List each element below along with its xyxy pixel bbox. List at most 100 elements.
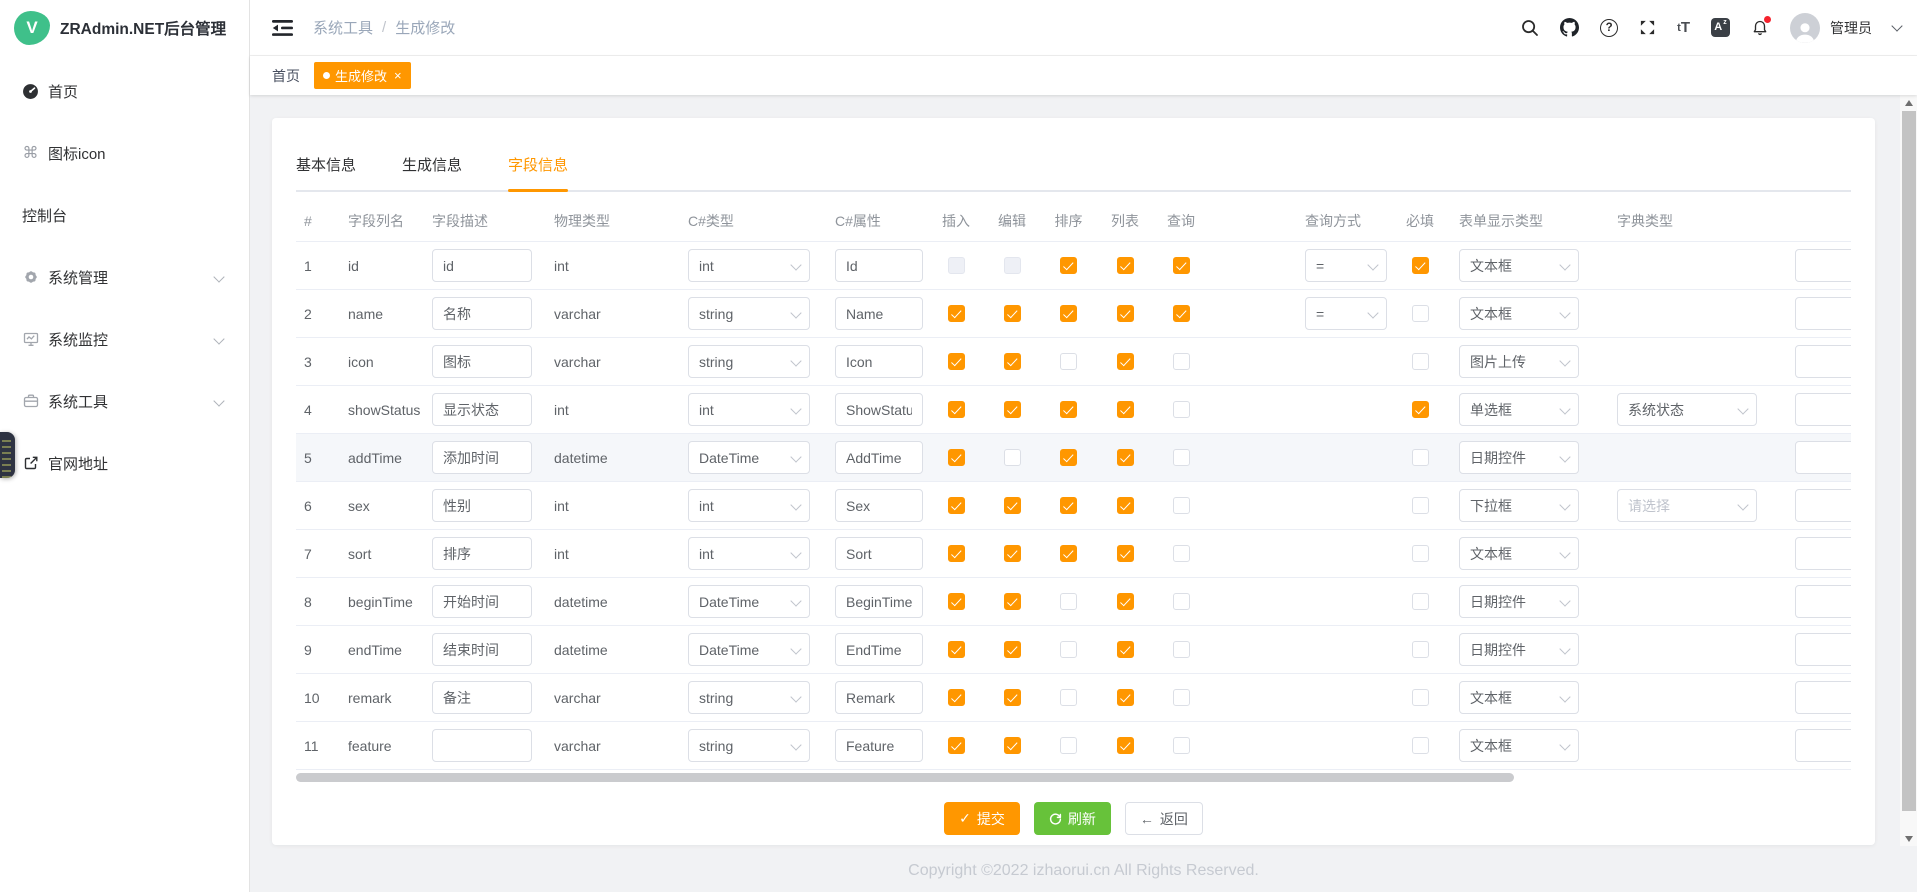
- required-checkbox[interactable]: [1412, 257, 1429, 274]
- insert-checkbox[interactable]: [948, 641, 965, 658]
- vertical-scrollbar[interactable]: [1900, 95, 1917, 846]
- extra-input[interactable]: [1795, 585, 1851, 618]
- required-checkbox[interactable]: [1412, 401, 1429, 418]
- query-checkbox[interactable]: [1173, 593, 1190, 610]
- sort-checkbox[interactable]: [1060, 641, 1077, 658]
- query-mode-select[interactable]: =: [1305, 297, 1387, 330]
- extra-input[interactable]: [1795, 345, 1851, 378]
- csharp-property-input[interactable]: [835, 633, 923, 666]
- extra-input[interactable]: [1795, 441, 1851, 474]
- display-type-select[interactable]: 文本框: [1459, 249, 1579, 282]
- sort-checkbox[interactable]: [1060, 449, 1077, 466]
- insert-checkbox[interactable]: [948, 257, 965, 274]
- description-input[interactable]: [432, 249, 532, 282]
- sort-checkbox[interactable]: [1060, 257, 1077, 274]
- display-type-select[interactable]: 文本框: [1459, 297, 1579, 330]
- submit-button[interactable]: ✓ 提交: [944, 802, 1020, 835]
- query-checkbox[interactable]: [1173, 353, 1190, 370]
- edit-checkbox[interactable]: [1004, 305, 1021, 322]
- query-checkbox[interactable]: [1173, 449, 1190, 466]
- required-checkbox[interactable]: [1412, 305, 1429, 322]
- tag-active-generate-edit[interactable]: 生成修改 ×: [314, 62, 411, 89]
- scroll-up-arrow-icon[interactable]: [1900, 95, 1917, 110]
- user-menu-chevron-icon[interactable]: [1891, 20, 1902, 31]
- csharp-type-select[interactable]: DateTime: [688, 633, 810, 666]
- sidebar-item-system-management[interactable]: 系统管理: [0, 246, 249, 308]
- sidebar-item-home[interactable]: 首页: [0, 60, 249, 122]
- extra-input[interactable]: [1795, 633, 1851, 666]
- description-input[interactable]: [432, 441, 532, 474]
- breadcrumb-item[interactable]: 系统工具: [313, 17, 373, 38]
- insert-checkbox[interactable]: [948, 689, 965, 706]
- close-icon[interactable]: ×: [394, 69, 402, 82]
- edit-checkbox[interactable]: [1004, 497, 1021, 514]
- csharp-type-select[interactable]: DateTime: [688, 585, 810, 618]
- query-checkbox[interactable]: [1173, 497, 1190, 514]
- edit-checkbox[interactable]: [1004, 545, 1021, 562]
- list-checkbox[interactable]: [1117, 641, 1134, 658]
- required-checkbox[interactable]: [1412, 641, 1429, 658]
- avatar[interactable]: [1790, 13, 1820, 43]
- sort-checkbox[interactable]: [1060, 305, 1077, 322]
- csharp-type-select[interactable]: string: [688, 729, 810, 762]
- display-type-select[interactable]: 日期控件: [1459, 441, 1579, 474]
- edit-checkbox[interactable]: [1004, 689, 1021, 706]
- description-input[interactable]: [432, 489, 532, 522]
- tab-generate-info[interactable]: 生成信息: [402, 154, 462, 190]
- search-icon[interactable]: [1521, 19, 1539, 37]
- sidebar-item-system-monitor[interactable]: 系统监控: [0, 308, 249, 370]
- query-checkbox[interactable]: [1173, 641, 1190, 658]
- insert-checkbox[interactable]: [948, 353, 965, 370]
- insert-checkbox[interactable]: [948, 449, 965, 466]
- tag-home[interactable]: 首页: [272, 66, 300, 86]
- translate-icon[interactable]: Az: [1711, 18, 1730, 37]
- sidebar-item-icons[interactable]: ⌘ 图标icon: [0, 122, 249, 184]
- csharp-property-input[interactable]: [835, 537, 923, 570]
- insert-checkbox[interactable]: [948, 401, 965, 418]
- list-checkbox[interactable]: [1117, 257, 1134, 274]
- help-icon[interactable]: ?: [1600, 19, 1618, 37]
- sort-checkbox[interactable]: [1060, 353, 1077, 370]
- sidebar-item-system-tools[interactable]: 系统工具: [0, 370, 249, 432]
- csharp-type-select[interactable]: DateTime: [688, 441, 810, 474]
- tab-field-info[interactable]: 字段信息: [508, 154, 568, 190]
- list-checkbox[interactable]: [1117, 401, 1134, 418]
- required-checkbox[interactable]: [1412, 593, 1429, 610]
- list-checkbox[interactable]: [1117, 449, 1134, 466]
- list-checkbox[interactable]: [1117, 497, 1134, 514]
- sort-checkbox[interactable]: [1060, 689, 1077, 706]
- display-type-select[interactable]: 日期控件: [1459, 633, 1579, 666]
- required-checkbox[interactable]: [1412, 545, 1429, 562]
- list-checkbox[interactable]: [1117, 545, 1134, 562]
- query-checkbox[interactable]: [1173, 689, 1190, 706]
- extra-input[interactable]: [1795, 297, 1851, 330]
- user-name[interactable]: 管理员: [1830, 18, 1872, 38]
- description-input[interactable]: [432, 681, 532, 714]
- csharp-property-input[interactable]: [835, 729, 923, 762]
- scrollbar-thumb[interactable]: [1902, 111, 1916, 811]
- csharp-property-input[interactable]: [835, 393, 923, 426]
- sort-checkbox[interactable]: [1060, 545, 1077, 562]
- csharp-type-select[interactable]: string: [688, 297, 810, 330]
- required-checkbox[interactable]: [1412, 449, 1429, 466]
- sidebar-item-official-site[interactable]: 官网地址: [0, 432, 249, 494]
- list-checkbox[interactable]: [1117, 353, 1134, 370]
- notification-bell-icon[interactable]: [1751, 18, 1769, 37]
- csharp-property-input[interactable]: [835, 441, 923, 474]
- list-checkbox[interactable]: [1117, 689, 1134, 706]
- github-icon[interactable]: [1560, 18, 1579, 37]
- csharp-property-input[interactable]: [835, 297, 923, 330]
- list-checkbox[interactable]: [1117, 305, 1134, 322]
- dict-type-select[interactable]: 系统状态: [1617, 393, 1757, 426]
- settings-drawer-handle[interactable]: [0, 432, 15, 478]
- extra-input[interactable]: [1795, 681, 1851, 714]
- csharp-type-select[interactable]: int: [688, 393, 810, 426]
- csharp-property-input[interactable]: [835, 345, 923, 378]
- required-checkbox[interactable]: [1412, 497, 1429, 514]
- description-input[interactable]: [432, 345, 532, 378]
- insert-checkbox[interactable]: [948, 545, 965, 562]
- insert-checkbox[interactable]: [948, 305, 965, 322]
- csharp-property-input[interactable]: [835, 681, 923, 714]
- required-checkbox[interactable]: [1412, 737, 1429, 754]
- back-button[interactable]: ← 返回: [1125, 802, 1203, 835]
